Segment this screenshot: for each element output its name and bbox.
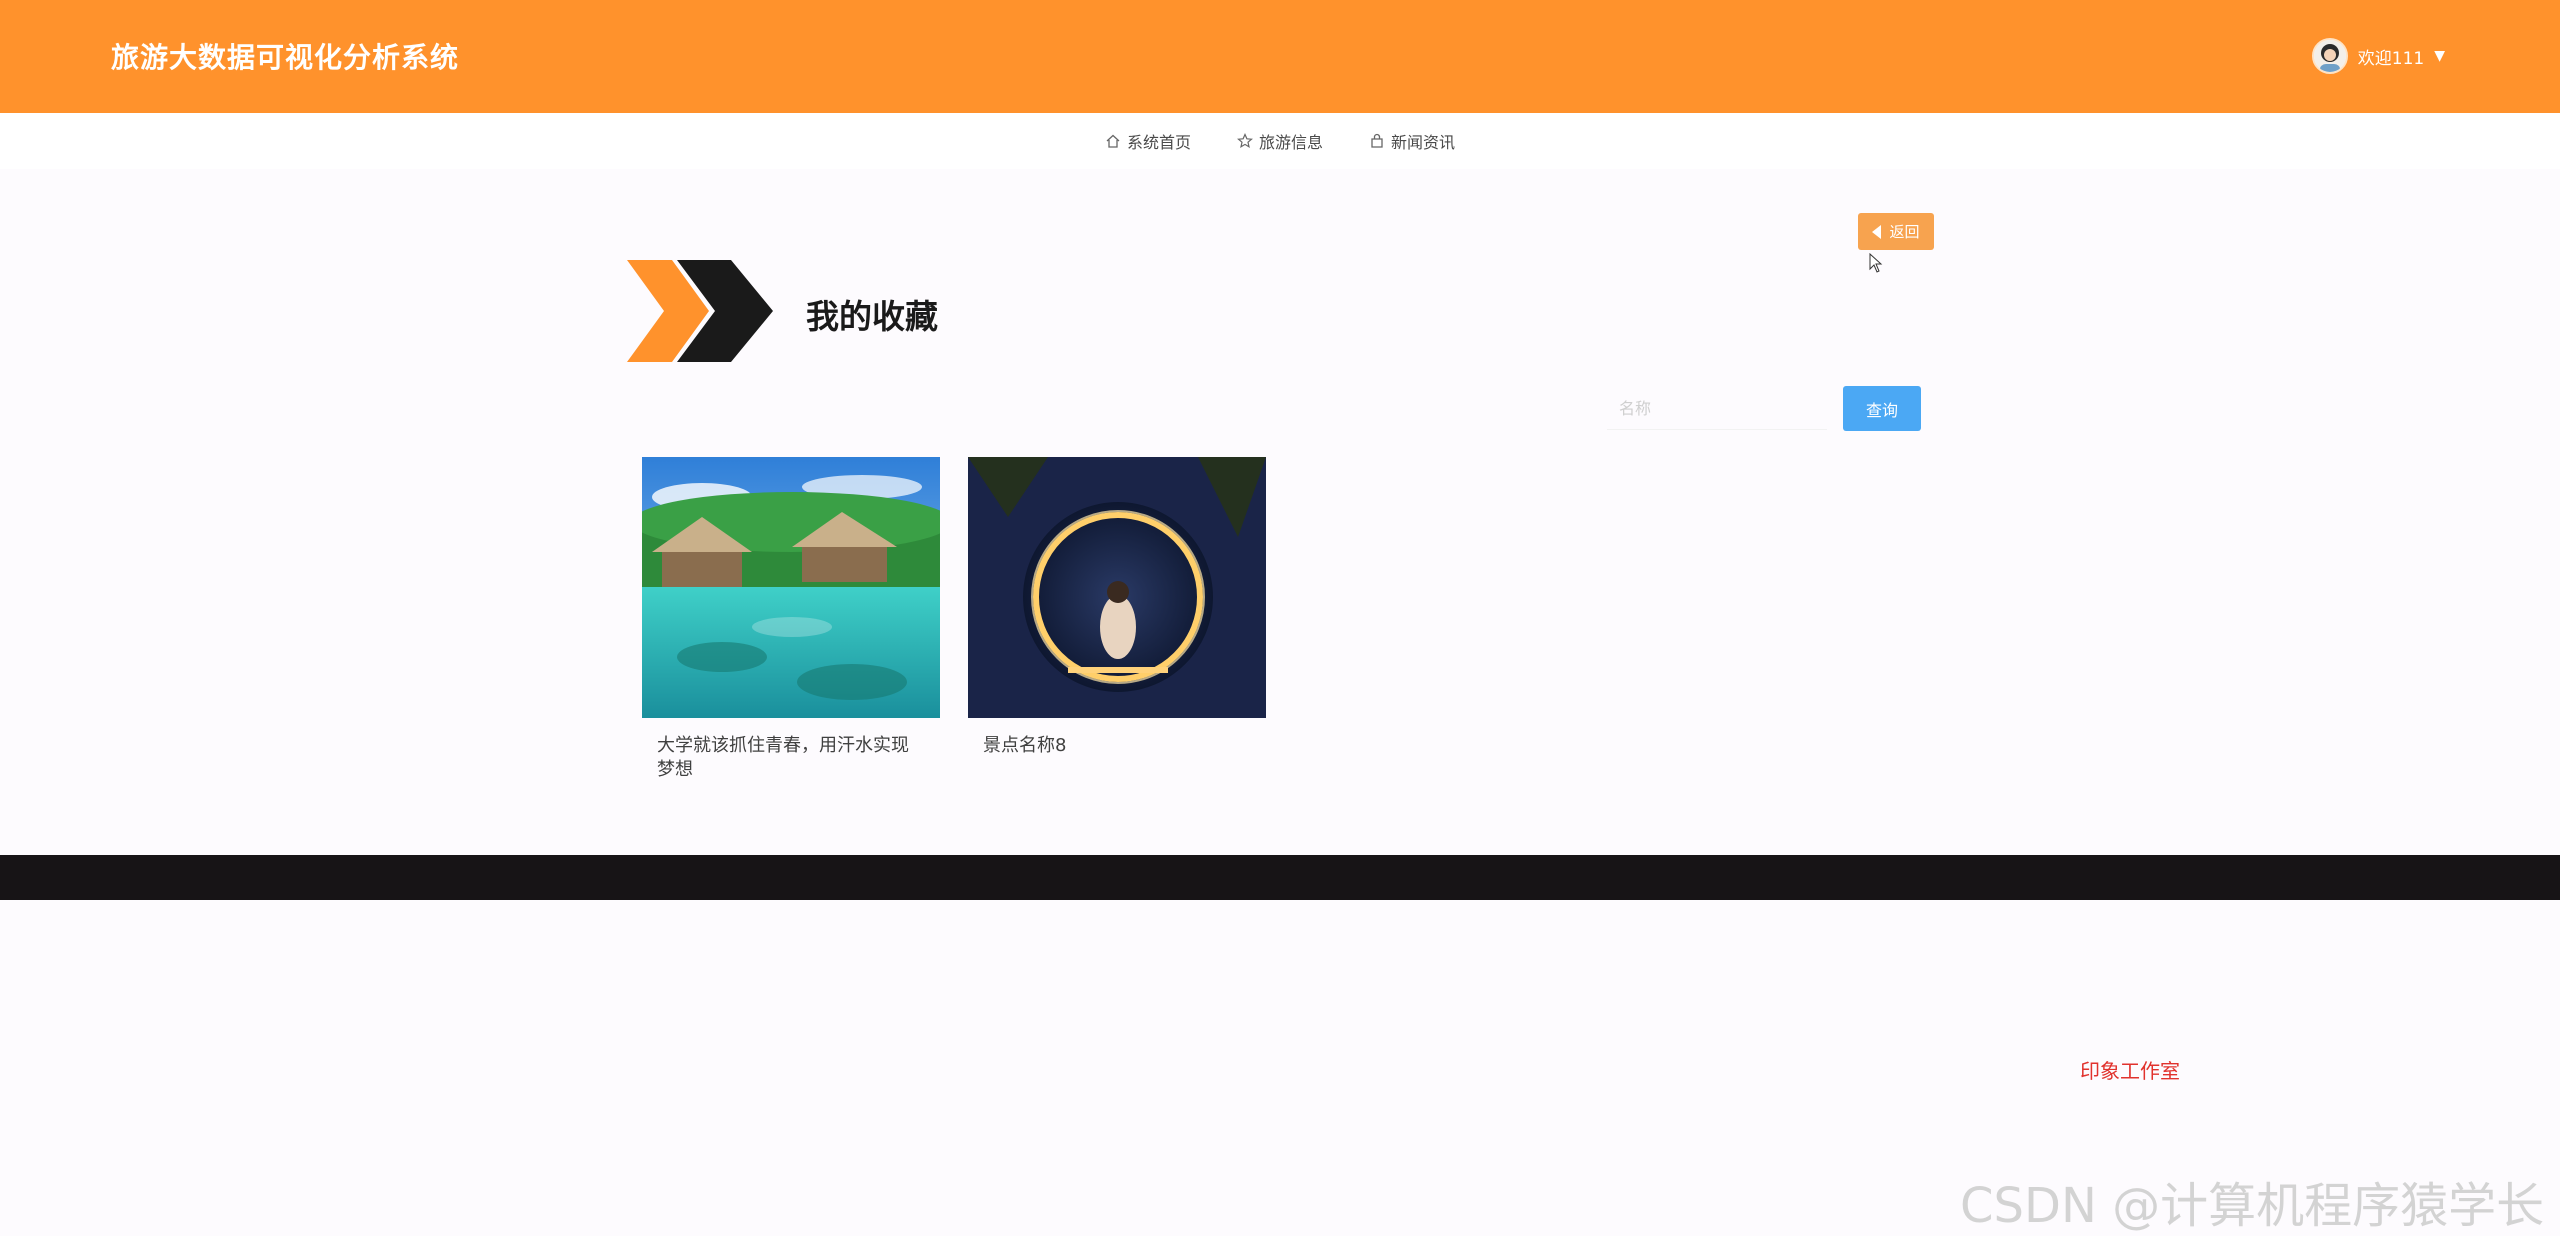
footer-bar	[0, 855, 2560, 900]
user-menu[interactable]: 欢迎111 ▼	[2311, 36, 2445, 76]
top-header: 旅游大数据可视化分析系统 欢迎111 ▼	[0, 0, 2560, 113]
card-image	[968, 457, 1266, 718]
watermark: CSDN @计算机程序猿学长	[1960, 1178, 2545, 1234]
mouse-cursor-icon	[1869, 253, 1883, 273]
card-title: 大学就该抓住青春，用汗水实现梦想	[657, 735, 909, 780]
dropdown-caret-icon[interactable]: ▼	[2434, 48, 2445, 64]
search-button[interactable]: 查询	[1843, 386, 1921, 431]
page-title: 我的收藏	[806, 297, 938, 336]
nav-item-label: 新闻资讯	[1391, 133, 1456, 152]
nav-item-news[interactable]: 新闻资讯	[1369, 129, 1455, 153]
back-arrow-icon	[1872, 224, 1882, 239]
back-button-label: 返回	[1889, 223, 1920, 241]
welcome-text: 欢迎111	[2357, 48, 2425, 69]
back-button[interactable]: 返回	[1858, 213, 1934, 250]
star-icon	[1237, 133, 1253, 149]
favorite-card[interactable]: 大学就该抓住青春，用汗水实现梦想	[642, 457, 940, 782]
favorite-card[interactable]: 景点名称8	[968, 457, 1266, 758]
chevron-arrow-icon	[627, 260, 773, 362]
nav-item-home[interactable]: 系统首页	[1105, 129, 1191, 153]
search-input[interactable]	[1607, 388, 1827, 430]
card-image	[642, 457, 940, 718]
site-title: 旅游大数据可视化分析系统	[111, 41, 460, 74]
home-icon	[1106, 134, 1120, 148]
nav-item-travel-info[interactable]: 旅游信息	[1237, 129, 1323, 153]
card-title: 景点名称8	[983, 735, 1067, 756]
avatar[interactable]	[2311, 38, 2348, 74]
nav-item-label: 旅游信息	[1258, 133, 1323, 152]
nav-item-label: 系统首页	[1126, 133, 1191, 152]
bag-icon	[1371, 133, 1383, 148]
studio-link[interactable]: 印象工作室	[2080, 1055, 2180, 1084]
main-nav: 系统首页 旅游信息 新闻资讯	[0, 113, 2560, 169]
